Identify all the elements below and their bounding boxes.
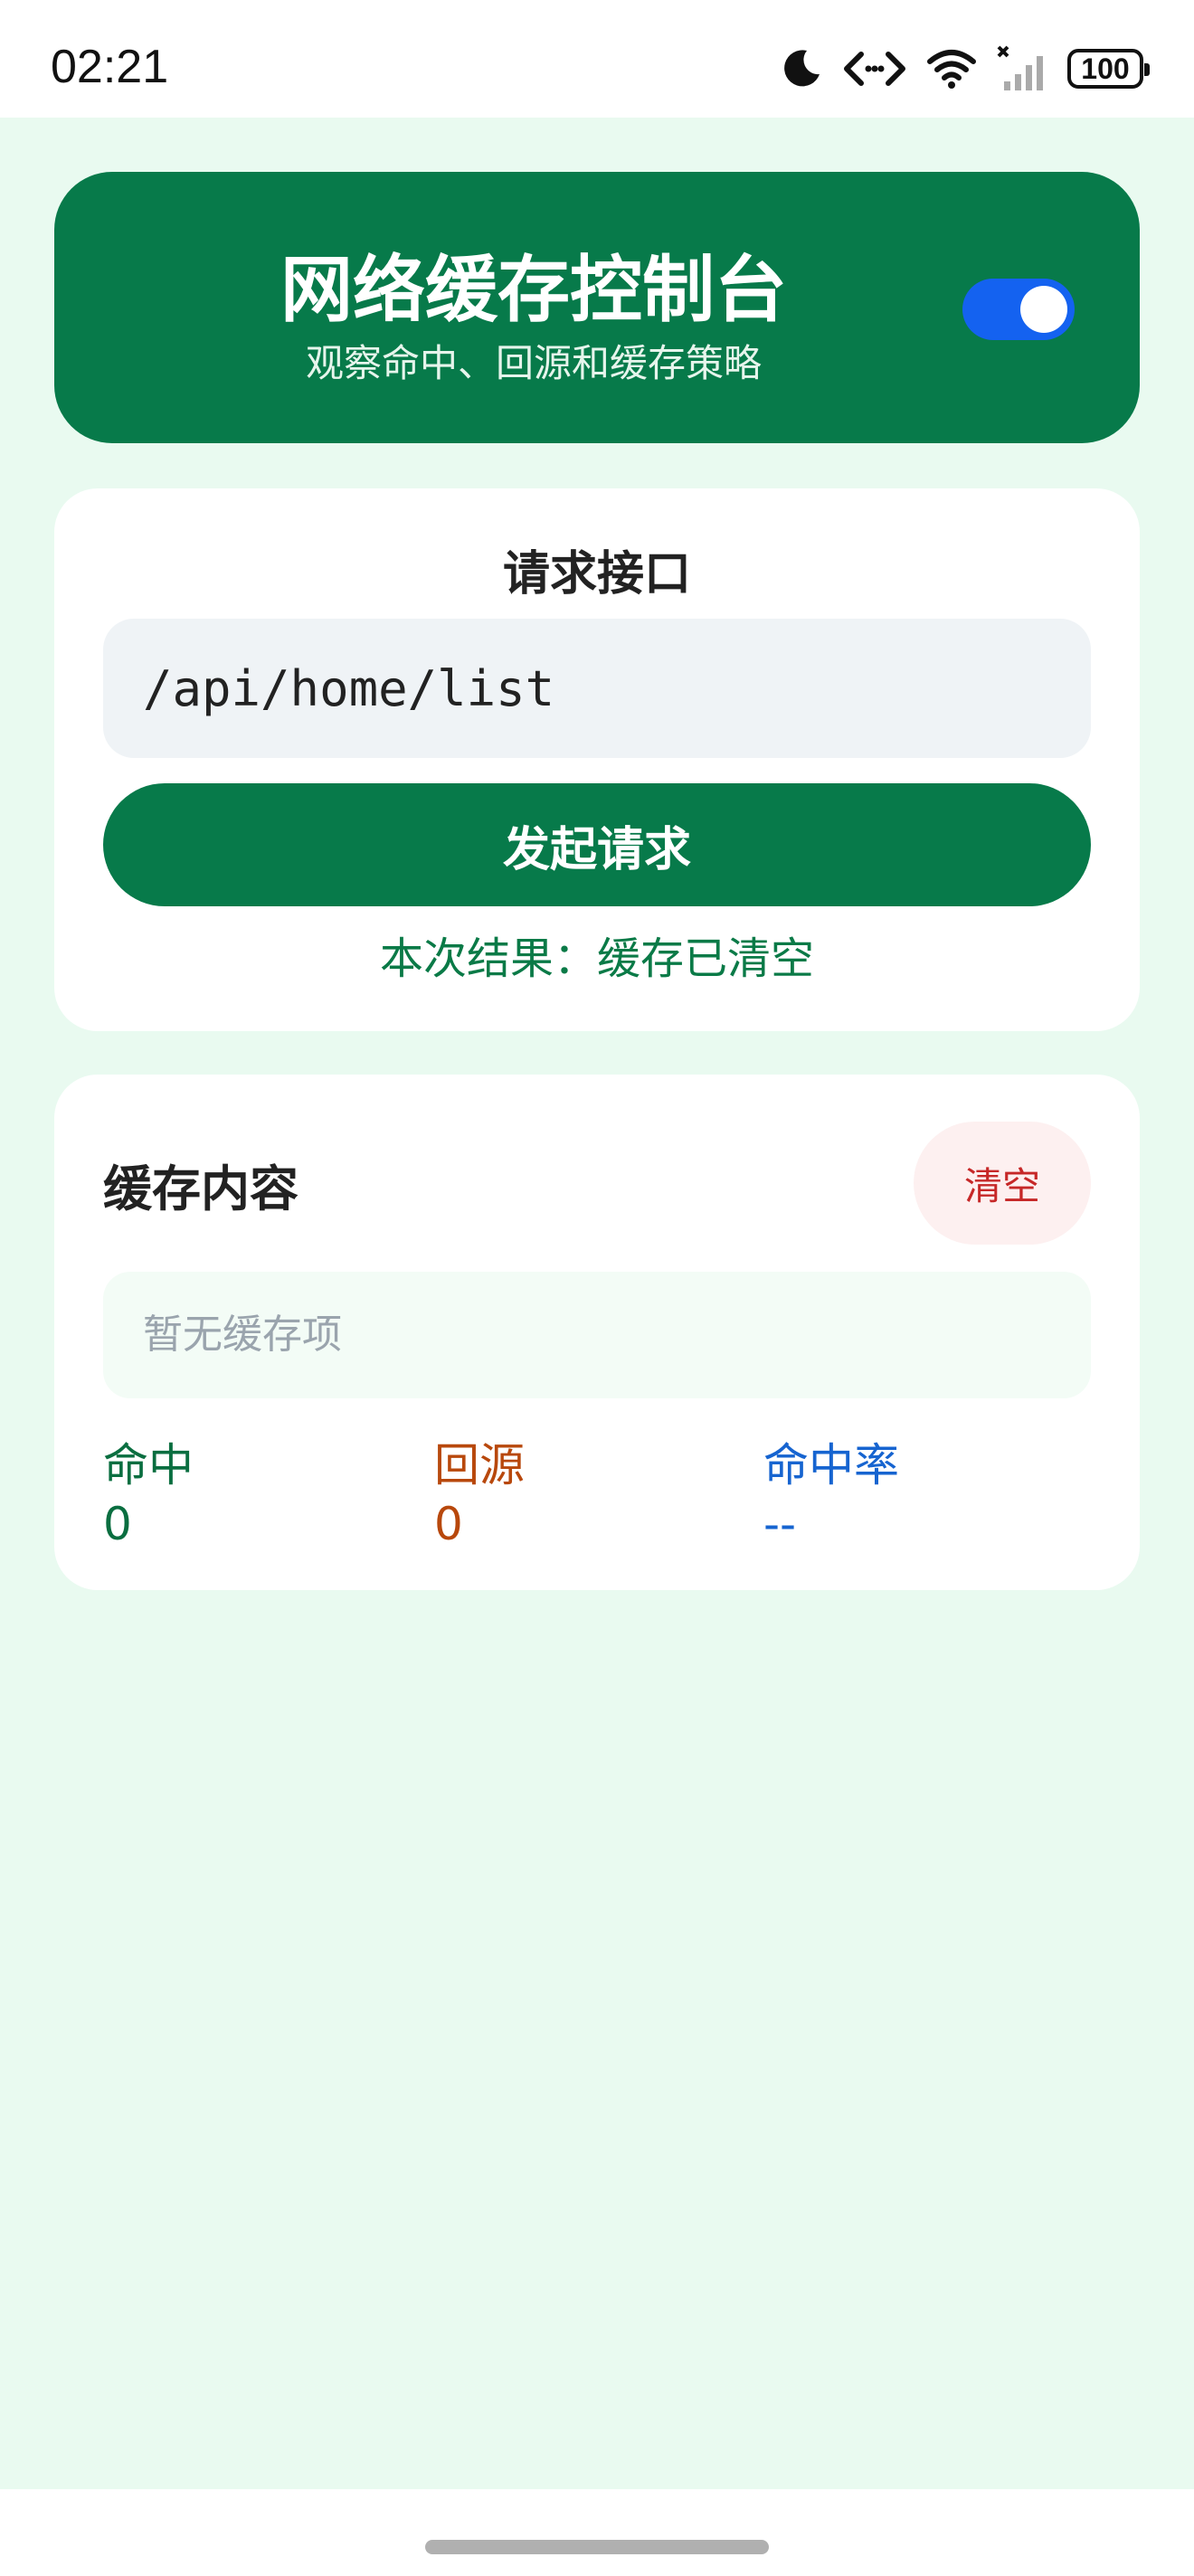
signal-icon [997, 45, 1047, 92]
clear-cache-button[interactable]: 清空 [914, 1122, 1091, 1245]
status-bar: 02:21 100 [0, 0, 1194, 118]
stat-rate-value: -- [763, 1498, 797, 1550]
request-result-text: 本次结果：缓存已清空 [379, 933, 814, 984]
request-title: 请求接口 [502, 547, 691, 601]
home-indicator[interactable] [425, 2540, 769, 2554]
cache-toggle-switch[interactable] [962, 279, 1075, 340]
navigation-bar [0, 2489, 1194, 2576]
hero-subtitle: 观察命中、回源和缓存策略 [305, 341, 762, 385]
stat-rate-label: 命中率 [763, 1439, 899, 1492]
stat-origin-value: 0 [434, 1498, 463, 1550]
toggle-knob [1020, 286, 1067, 333]
stat-origin-label: 回源 [434, 1439, 525, 1492]
stat-hit-label: 命中 [103, 1439, 194, 1492]
moon-icon [780, 47, 823, 90]
stat-origin: 回源 0 [434, 1429, 724, 1550]
cache-empty-placeholder: 暂无缓存项 [103, 1272, 1091, 1398]
stat-hit-value: 0 [103, 1498, 132, 1550]
request-card: 请求接口 发起请求 本次结果：缓存已清空 [54, 488, 1140, 1031]
code-arrows-icon [843, 47, 906, 90]
hero-banner: 网络缓存控制台 观察命中、回源和缓存策略 [54, 172, 1140, 443]
stat-hit-rate: 命中率 -- [763, 1429, 1053, 1550]
wifi-icon [926, 47, 977, 90]
cache-title: 缓存内容 [103, 1160, 298, 1217]
send-request-button[interactable]: 发起请求 [103, 783, 1091, 906]
battery-icon: 100 [1067, 49, 1150, 89]
status-time: 02:21 [51, 41, 169, 93]
endpoint-input[interactable] [103, 619, 1091, 758]
hero-title: 网络缓存控制台 [280, 248, 787, 332]
stat-hit: 命中 0 [103, 1429, 393, 1550]
cache-card: 缓存内容 清空 暂无缓存项 命中 0 回源 0 命中率 -- [54, 1075, 1140, 1590]
status-icons: 100 [780, 42, 1150, 96]
